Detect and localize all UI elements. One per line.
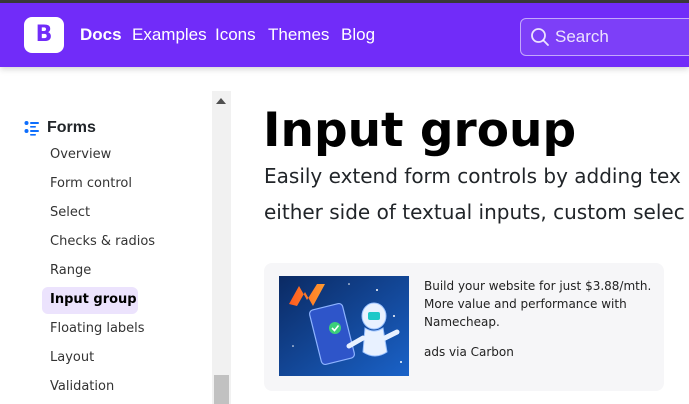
nav-link-icons[interactable]: Icons bbox=[215, 25, 256, 45]
page-title: Input group bbox=[263, 103, 577, 158]
sidebar-scrollbar[interactable] bbox=[212, 91, 231, 404]
lead-line-1: Easily extend form controls by adding te… bbox=[264, 164, 681, 188]
nav-link-docs[interactable]: Docs bbox=[80, 25, 122, 45]
sidebar-item-range[interactable]: Range bbox=[50, 262, 91, 280]
bootstrap-logo[interactable]: B bbox=[24, 17, 64, 53]
nav-link-blog[interactable]: Blog bbox=[341, 25, 375, 45]
top-navbar: B Docs Examples Icons Themes Blog Search bbox=[0, 3, 689, 67]
sidebar-item-validation[interactable]: Validation bbox=[50, 378, 114, 396]
scroll-up-arrow-icon[interactable] bbox=[216, 98, 226, 104]
sidebar-item-overview[interactable]: Overview bbox=[50, 146, 111, 164]
sidebar-item-layout[interactable]: Layout bbox=[50, 349, 94, 367]
sidebar-item-form-control[interactable]: Form control bbox=[50, 175, 132, 193]
scrollbar-thumb[interactable] bbox=[214, 375, 229, 404]
lead-line-2: either side of textual inputs, custom se… bbox=[264, 200, 685, 224]
search-input[interactable]: Search bbox=[520, 18, 689, 56]
sidebar-item-checks-radios[interactable]: Checks & radios bbox=[50, 233, 155, 251]
search-icon bbox=[531, 28, 549, 46]
list-icon bbox=[24, 121, 39, 136]
ad-image[interactable] bbox=[279, 276, 409, 376]
ad-text-line-3[interactable]: Namecheap. bbox=[424, 313, 500, 331]
sidebar-item-select[interactable]: Select bbox=[50, 204, 90, 222]
logo-letter: B bbox=[35, 22, 53, 47]
nav-link-themes[interactable]: Themes bbox=[268, 25, 329, 45]
ad-text-line-1[interactable]: Build your website for just $3.88/mth. bbox=[424, 277, 651, 295]
search-placeholder: Search bbox=[555, 27, 609, 46]
sidebar-section-title: Forms bbox=[47, 119, 96, 136]
sidebar-item-input-group[interactable]: Input group bbox=[50, 291, 137, 309]
ad-via-carbon-link[interactable]: ads via Carbon bbox=[424, 343, 514, 361]
nav-link-examples[interactable]: Examples bbox=[132, 25, 207, 45]
ad-text-line-2[interactable]: More value and performance with bbox=[424, 295, 627, 313]
sidebar-item-floating-labels[interactable]: Floating labels bbox=[50, 320, 145, 338]
